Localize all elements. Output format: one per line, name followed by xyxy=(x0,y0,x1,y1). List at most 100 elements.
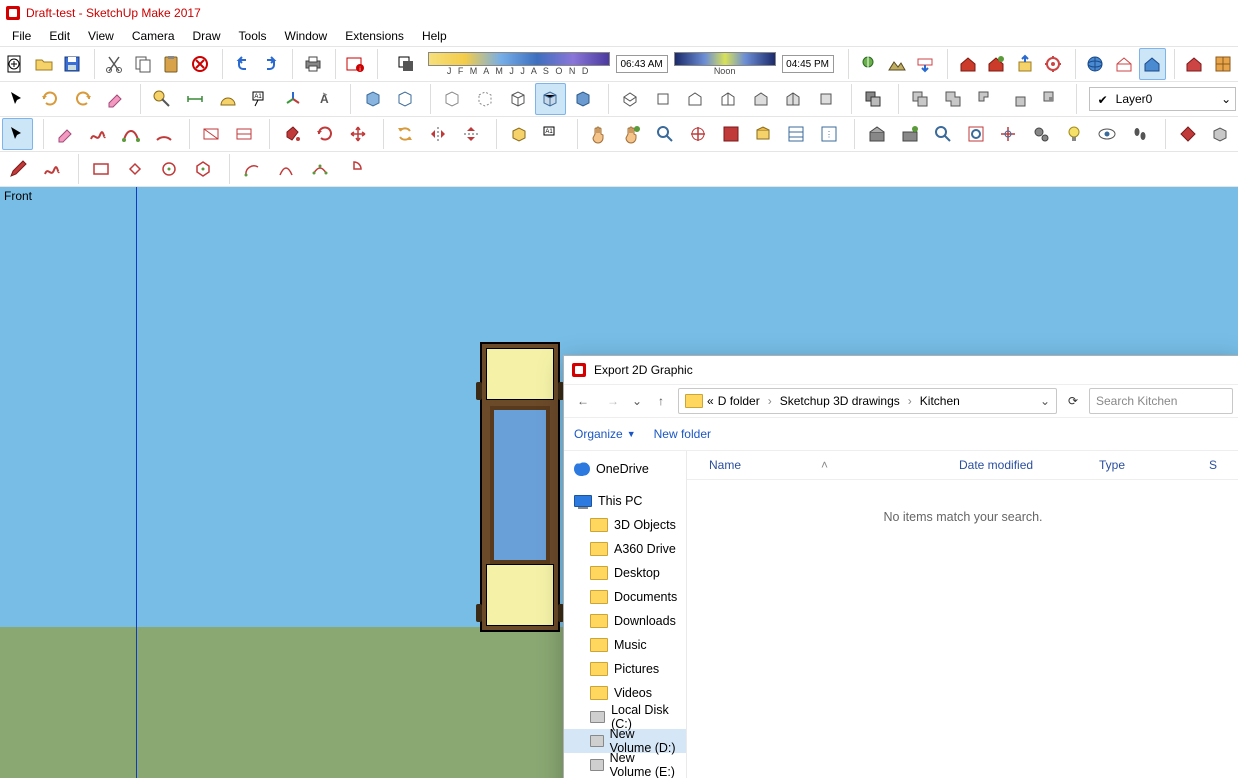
menu-tools[interactable]: Tools xyxy=(231,27,275,45)
undo-icon[interactable] xyxy=(229,48,256,80)
menu-help[interactable]: Help xyxy=(414,27,455,45)
organize-button[interactable]: Organize▼ xyxy=(574,427,636,441)
col-name[interactable]: Name xyxy=(709,458,741,472)
library-1-icon[interactable] xyxy=(861,118,892,150)
breadcrumb-part-3[interactable]: Kitchen xyxy=(920,394,960,408)
mirror-h-icon[interactable] xyxy=(423,118,454,150)
3point-arc-icon[interactable] xyxy=(304,153,336,185)
layer-combo[interactable]: ✔Layer0 ⌄ xyxy=(1089,87,1236,111)
intersect-icon[interactable] xyxy=(905,83,936,115)
select-icon[interactable] xyxy=(2,83,33,115)
bezier-icon[interactable] xyxy=(115,118,146,150)
mirror-v-icon[interactable] xyxy=(456,118,487,150)
recent-dropdown-icon[interactable]: ⌄ xyxy=(630,388,644,414)
back-edges-icon[interactable] xyxy=(470,83,501,115)
zoom-window2-icon[interactable] xyxy=(960,118,991,150)
cut-icon[interactable] xyxy=(101,48,128,80)
protractor-icon[interactable] xyxy=(212,83,243,115)
arc-tool-icon[interactable] xyxy=(236,153,268,185)
dialog-title-bar[interactable]: Export 2D Graphic xyxy=(564,356,1238,384)
face-style-1-icon[interactable] xyxy=(357,83,388,115)
tree-item[interactable]: Local Disk (C:) xyxy=(564,705,686,729)
xray-icon[interactable] xyxy=(437,83,468,115)
tree-item[interactable]: Documents xyxy=(564,585,686,609)
tree-item[interactable]: Videos xyxy=(564,681,686,705)
zoom-extents2-icon[interactable] xyxy=(993,118,1024,150)
dimension-icon[interactable] xyxy=(180,83,211,115)
warehouse-get-icon[interactable] xyxy=(954,48,981,80)
tree-item[interactable]: New Volume (E:) xyxy=(564,753,686,777)
position-target-icon[interactable] xyxy=(715,118,746,150)
col-date[interactable]: Date modified xyxy=(949,458,1089,472)
pencil-icon[interactable] xyxy=(2,153,34,185)
hand-1-icon[interactable] xyxy=(584,118,615,150)
footprints-icon[interactable] xyxy=(1125,118,1156,150)
breadcrumb-part-2[interactable]: Sketchup 3D drawings xyxy=(780,394,900,408)
arc-red-icon[interactable] xyxy=(148,118,179,150)
search-input[interactable]: Search Kitchen xyxy=(1089,388,1233,414)
forward-button[interactable]: → xyxy=(600,388,626,414)
box-tool-icon[interactable] xyxy=(503,118,534,150)
rectangle-tool-icon[interactable] xyxy=(85,153,117,185)
rectangle-diag-icon[interactable] xyxy=(196,118,227,150)
time-start[interactable]: 06:43 AM xyxy=(616,55,668,73)
freehand2-icon[interactable] xyxy=(36,153,68,185)
component-attributes-icon[interactable]: ⋮ xyxy=(814,118,845,150)
circle-tool-icon[interactable] xyxy=(153,153,185,185)
tree-item[interactable]: Pictures xyxy=(564,657,686,681)
component-options-icon[interactable] xyxy=(781,118,812,150)
eraser2-icon[interactable] xyxy=(50,118,81,150)
axes-icon[interactable] xyxy=(278,83,309,115)
zoom-icon[interactable] xyxy=(649,118,680,150)
iso-view-icon[interactable] xyxy=(615,83,646,115)
pie-tool-icon[interactable] xyxy=(338,153,370,185)
delete-icon[interactable] xyxy=(187,48,214,80)
rotate-red-icon[interactable] xyxy=(309,118,340,150)
rectangle-line-icon[interactable] xyxy=(229,118,260,150)
zoom-extents-icon[interactable] xyxy=(682,118,713,150)
solid-outer-shell-icon[interactable] xyxy=(858,83,889,115)
hidden-line-icon[interactable] xyxy=(535,83,566,115)
move-red-icon[interactable] xyxy=(342,118,373,150)
tree-item[interactable]: 3D Objects xyxy=(564,513,686,537)
list-header[interactable]: Name˄ Date modified Type S xyxy=(687,451,1238,480)
tree-item[interactable]: Music xyxy=(564,633,686,657)
text-a1-icon[interactable]: A1 xyxy=(536,118,567,150)
date-slider[interactable] xyxy=(428,52,610,66)
menu-file[interactable]: File xyxy=(4,27,39,45)
2point-arc-icon[interactable] xyxy=(270,153,302,185)
freehand-icon[interactable] xyxy=(82,118,113,150)
bottom-view-icon[interactable] xyxy=(811,83,842,115)
face-style-2-icon[interactable] xyxy=(390,83,421,115)
tree-item[interactable]: This PC xyxy=(564,489,686,513)
front-view-icon[interactable] xyxy=(680,83,711,115)
menu-view[interactable]: View xyxy=(80,27,122,45)
breadcrumb-part-1[interactable]: D folder xyxy=(718,394,760,408)
shadow-toggle-icon[interactable] xyxy=(390,48,422,80)
component-upload-icon[interactable] xyxy=(1011,48,1038,80)
tree-item[interactable]: New Volume (D:) xyxy=(564,729,686,753)
back-view-icon[interactable] xyxy=(745,83,776,115)
zoom2-icon[interactable] xyxy=(927,118,958,150)
trim-icon[interactable] xyxy=(1003,83,1034,115)
model-info-icon[interactable]: i xyxy=(342,48,369,80)
subtract-icon[interactable] xyxy=(970,83,1001,115)
copy-icon[interactable] xyxy=(130,48,157,80)
print-icon[interactable] xyxy=(299,48,326,80)
rotate-cw-icon[interactable] xyxy=(67,83,98,115)
col-type[interactable]: Type xyxy=(1089,458,1199,472)
tree-item[interactable]: Downloads xyxy=(564,609,686,633)
extension-warehouse-icon[interactable] xyxy=(1040,48,1067,80)
house-3-icon[interactable] xyxy=(1181,48,1208,80)
wireframe-icon[interactable] xyxy=(502,83,533,115)
menu-draw[interactable]: Draw xyxy=(185,27,229,45)
3d-text-icon[interactable]: A xyxy=(310,83,341,115)
right-view-icon[interactable] xyxy=(713,83,744,115)
house-1-icon[interactable] xyxy=(1110,48,1137,80)
up-button[interactable]: ↑ xyxy=(648,388,674,414)
gears-icon[interactable] xyxy=(1026,118,1057,150)
folder-tree[interactable]: OneDriveThis PC3D ObjectsA360 DriveDeskt… xyxy=(564,451,687,778)
geo-location-icon[interactable] xyxy=(855,48,882,80)
globe-icon[interactable] xyxy=(1082,48,1109,80)
paint-can-icon[interactable] xyxy=(276,118,307,150)
